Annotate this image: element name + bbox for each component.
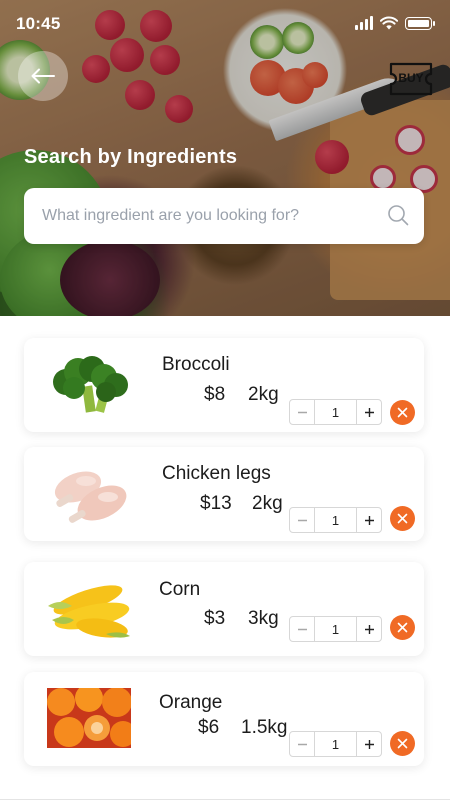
list-item: Chicken legs $13 2kg 1 [24, 447, 424, 541]
decrease-button[interactable] [290, 400, 315, 424]
decrease-button[interactable] [290, 732, 315, 756]
back-button[interactable] [18, 51, 68, 101]
buy-button[interactable]: BUY [389, 62, 433, 96]
ingredient-list: Broccoli $8 2kg 1 Chicken legs $13 2kg 1… [0, 316, 450, 803]
close-icon [397, 513, 408, 524]
minus-icon [297, 519, 307, 521]
minus-icon [297, 628, 307, 630]
item-price: $3 [204, 608, 226, 629]
chicken-legs-image [46, 461, 132, 527]
item-name: Broccoli [162, 354, 230, 375]
quantity-value[interactable]: 1 [315, 400, 356, 424]
plus-icon [364, 624, 374, 634]
quantity-stepper: 1 [289, 507, 382, 533]
plus-icon [364, 739, 374, 749]
quantity-stepper: 1 [289, 616, 382, 642]
quantity-value[interactable]: 1 [315, 508, 356, 532]
corn-image [46, 576, 132, 642]
quantity-value[interactable]: 1 [315, 732, 356, 756]
item-weight: 2kg [248, 384, 279, 405]
search-box [24, 188, 424, 244]
item-name: Orange [159, 692, 223, 713]
broccoli-image [46, 352, 132, 418]
list-item: Broccoli $8 2kg 1 [24, 338, 424, 432]
bottom-divider [0, 799, 450, 800]
remove-button[interactable] [390, 506, 415, 531]
item-price: $13 [200, 493, 232, 514]
remove-button[interactable] [390, 615, 415, 640]
decrease-button[interactable] [290, 508, 315, 532]
decrease-button[interactable] [290, 617, 315, 641]
item-name: Chicken legs [162, 463, 271, 484]
arrow-left-icon [31, 68, 55, 84]
increase-button[interactable] [356, 400, 381, 424]
quantity-value[interactable]: 1 [315, 617, 356, 641]
status-bar: 10:45 [0, 0, 450, 48]
battery-icon [405, 17, 435, 30]
close-icon [397, 407, 408, 418]
close-icon [397, 738, 408, 749]
remove-button[interactable] [390, 731, 415, 756]
item-price: $8 [204, 384, 226, 405]
search-icon[interactable] [386, 203, 410, 227]
minus-icon [297, 411, 307, 413]
wifi-icon [380, 16, 398, 30]
increase-button[interactable] [356, 508, 381, 532]
page-title: Search by Ingredients [24, 146, 238, 168]
item-name: Corn [159, 579, 201, 600]
item-price: $6 [198, 717, 220, 738]
list-item: Orange $6 1.5kg 1 [24, 672, 424, 766]
item-weight: 2kg [252, 493, 283, 514]
cellular-signal-icon [355, 16, 373, 30]
close-icon [397, 622, 408, 633]
buy-label: BUY [398, 71, 424, 85]
orange-image [47, 688, 131, 748]
plus-icon [364, 515, 374, 525]
quantity-stepper: 1 [289, 399, 382, 425]
remove-button[interactable] [390, 400, 415, 425]
minus-icon [297, 743, 307, 745]
item-weight: 3kg [248, 608, 279, 629]
quantity-stepper: 1 [289, 731, 382, 757]
status-time: 10:45 [16, 14, 61, 33]
list-item: Corn $3 3kg 1 [24, 562, 424, 656]
plus-icon [364, 407, 374, 417]
item-weight: 1.5kg [241, 717, 288, 738]
search-input[interactable] [24, 188, 376, 244]
increase-button[interactable] [356, 617, 381, 641]
status-icons [355, 16, 435, 30]
increase-button[interactable] [356, 732, 381, 756]
